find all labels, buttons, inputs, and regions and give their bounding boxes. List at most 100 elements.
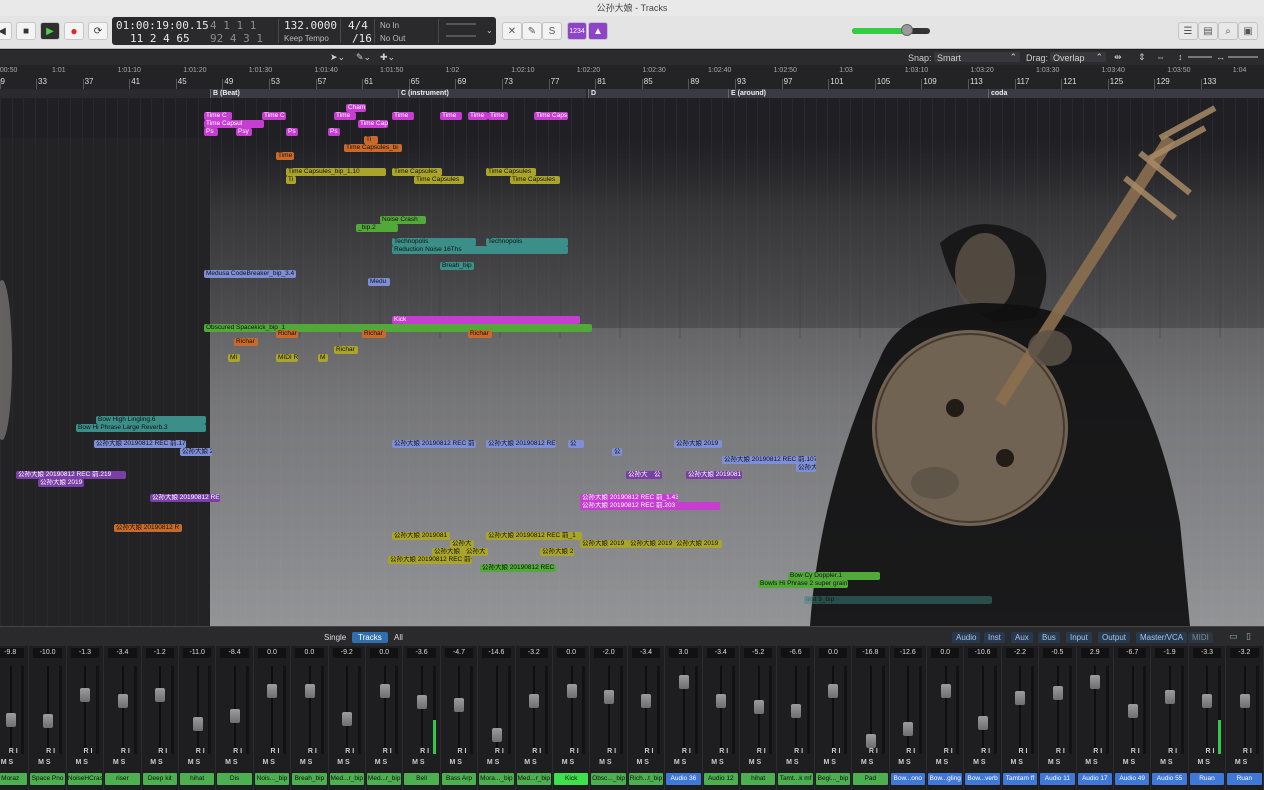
volume-fader[interactable] — [604, 690, 615, 704]
region[interactable]: Medusa CodeBreaker_bip_3.4 — [204, 270, 296, 278]
record-input-buttons[interactable]: R I — [906, 748, 915, 755]
channel-name[interactable]: Deep kit — [142, 773, 177, 785]
region[interactable]: Richar — [334, 346, 358, 354]
mute-solo-buttons[interactable]: M S — [113, 759, 125, 766]
volume-fader[interactable] — [1239, 693, 1250, 708]
mixer-filter-aux[interactable]: Aux — [1011, 632, 1033, 643]
horizontal-zoom-icon[interactable]: ↔ — [1216, 52, 1225, 62]
region[interactable]: Noise Crash — [380, 216, 426, 224]
channel-name[interactable]: Rich...t_bip — [628, 773, 664, 785]
region[interactable]: Ti — [286, 176, 296, 184]
record-input-buttons[interactable]: R I — [757, 748, 766, 755]
region[interactable]: 公孙大娘 2 — [540, 548, 574, 556]
region[interactable]: 公孙大娘 20190812 REC 前.219 — [16, 471, 126, 479]
volume-fader[interactable] — [753, 699, 764, 714]
region[interactable]: M — [318, 354, 328, 362]
mixer-filter-bus[interactable]: Bus — [1038, 632, 1060, 643]
region[interactable]: Time Cap — [358, 120, 388, 128]
record-input-buttons[interactable]: R I — [1243, 748, 1252, 755]
mixer-filter-inst[interactable]: Inst — [984, 632, 1005, 643]
record-input-buttons[interactable]: R I — [495, 748, 504, 755]
region[interactable]: 公孙大娘 20190812 REC 前.17 — [94, 440, 186, 448]
region[interactable]: 公孙大娘 20190812 REC 前.107 — [722, 456, 816, 464]
master-volume-slider[interactable] — [852, 24, 930, 36]
region[interactable]: Richar — [276, 330, 298, 338]
region[interactable]: Richar — [362, 330, 386, 338]
mixer-layout-icon[interactable]: ▯ — [1246, 631, 1251, 642]
channel-name[interactable]: Pad — [853, 773, 888, 785]
volume-fader[interactable] — [192, 717, 203, 731]
channel-name[interactable]: Bow...verb — [965, 773, 1000, 785]
volume-fader[interactable] — [1127, 704, 1138, 719]
mute-solo-buttons[interactable]: M S — [487, 759, 499, 766]
record-input-buttons[interactable]: R I — [831, 748, 840, 755]
record-input-buttons[interactable]: R I — [457, 748, 466, 755]
region[interactable]: Ps — [204, 128, 218, 136]
region[interactable]: 公孙大娘 20190812 REC 前_1.43 — [580, 494, 678, 502]
marker[interactable]: C (instrument) — [398, 89, 586, 98]
region[interactable]: Inst 9_bip — [804, 596, 992, 604]
mixer-tab-all[interactable]: All — [388, 632, 409, 643]
channel-name[interactable]: Med...r_bip — [367, 773, 402, 785]
region[interactable]: 公孙大娘 20190812 RE — [150, 494, 220, 502]
mute-solo-buttons[interactable]: M S — [337, 759, 349, 766]
channel-name[interactable]: Tamt...k mf — [778, 773, 813, 785]
volume-fader[interactable] — [566, 684, 577, 698]
mute-solo-buttons[interactable]: M S — [188, 759, 200, 766]
mixer-filter-input[interactable]: Input — [1066, 632, 1092, 643]
volume-fader[interactable] — [529, 693, 540, 708]
volume-fader[interactable] — [5, 713, 16, 728]
mixer-tab-tracks[interactable]: Tracks — [352, 632, 388, 643]
record-input-buttons[interactable]: R I — [121, 748, 130, 755]
snap-select[interactable]: Smart ⌃ — [934, 52, 1020, 63]
region[interactable]: 公孙大娘 20190812 REC 前.203 — [580, 502, 720, 510]
region[interactable]: 公孙大娘 20190812 REC 前 — [392, 440, 476, 448]
volume-fader[interactable] — [80, 687, 91, 702]
volume-fader[interactable] — [342, 711, 353, 726]
region[interactable]: Ti — [364, 136, 378, 144]
volume-fader[interactable] — [117, 694, 128, 709]
mute-solo-buttons[interactable]: M S — [674, 759, 686, 766]
volume-fader[interactable] — [1202, 693, 1213, 708]
region[interactable]: 公孙大娘 2019 — [580, 540, 628, 548]
mute-solo-buttons[interactable]: M S — [300, 759, 312, 766]
mute-solo-buttons[interactable]: M S — [936, 759, 948, 766]
mute-solo-buttons[interactable]: M S — [1010, 759, 1022, 766]
region[interactable]: 公孙大娘 2019 — [674, 540, 722, 548]
channel-name[interactable]: Audio 36 — [666, 773, 701, 785]
record-input-buttons[interactable]: R I — [1093, 748, 1102, 755]
marker[interactable]: D — [588, 89, 728, 98]
mute-solo-buttons[interactable]: M S — [1085, 759, 1097, 766]
tuner-button[interactable]: ✎ — [522, 22, 542, 40]
volume-fader[interactable] — [304, 684, 315, 698]
region[interactable]: Time Caps — [534, 112, 568, 120]
channel-name[interactable]: Tamtam ff — [1002, 773, 1038, 785]
region[interactable]: Bow Cy Doppler.1 — [788, 572, 880, 580]
channel-name[interactable]: Dis — [217, 773, 252, 785]
record-input-buttons[interactable]: R I — [9, 748, 18, 755]
mute-solo-buttons[interactable]: M S — [1, 759, 13, 766]
region[interactable]: Time C — [204, 112, 232, 120]
region[interactable]: 公孙大娘 2019 — [38, 479, 84, 487]
channel-name[interactable]: Obsc..._bip — [591, 773, 626, 785]
volume-fader[interactable] — [978, 715, 989, 730]
mixer-filter-output[interactable]: Output — [1098, 632, 1131, 643]
record-input-buttons[interactable]: R I — [570, 748, 579, 755]
solo-button[interactable]: S — [542, 22, 562, 40]
mute-solo-buttons[interactable]: M S — [1235, 759, 1247, 766]
region[interactable]: Time Capsules_bi — [344, 144, 402, 152]
channel-name[interactable]: NoiseHCras — [67, 773, 103, 785]
region[interactable]: Time — [334, 112, 356, 120]
region[interactable]: Technopolis — [486, 238, 568, 246]
region[interactable]: 公 — [652, 471, 662, 479]
region[interactable]: 公 — [568, 440, 584, 448]
region[interactable]: Time — [276, 152, 294, 160]
fit-horizontal-icon[interactable]: ⇔ — [1156, 52, 1165, 62]
channel-name[interactable]: Med...r_bip — [516, 773, 551, 785]
region[interactable]: Bow High Lingling.6 — [96, 416, 206, 424]
master-volume-knob[interactable] — [900, 24, 913, 36]
mute-solo-buttons[interactable]: M S — [262, 759, 274, 766]
channel-name[interactable]: riser — [105, 773, 140, 785]
volume-fader[interactable] — [491, 727, 502, 742]
region[interactable]: 公 — [612, 448, 622, 456]
